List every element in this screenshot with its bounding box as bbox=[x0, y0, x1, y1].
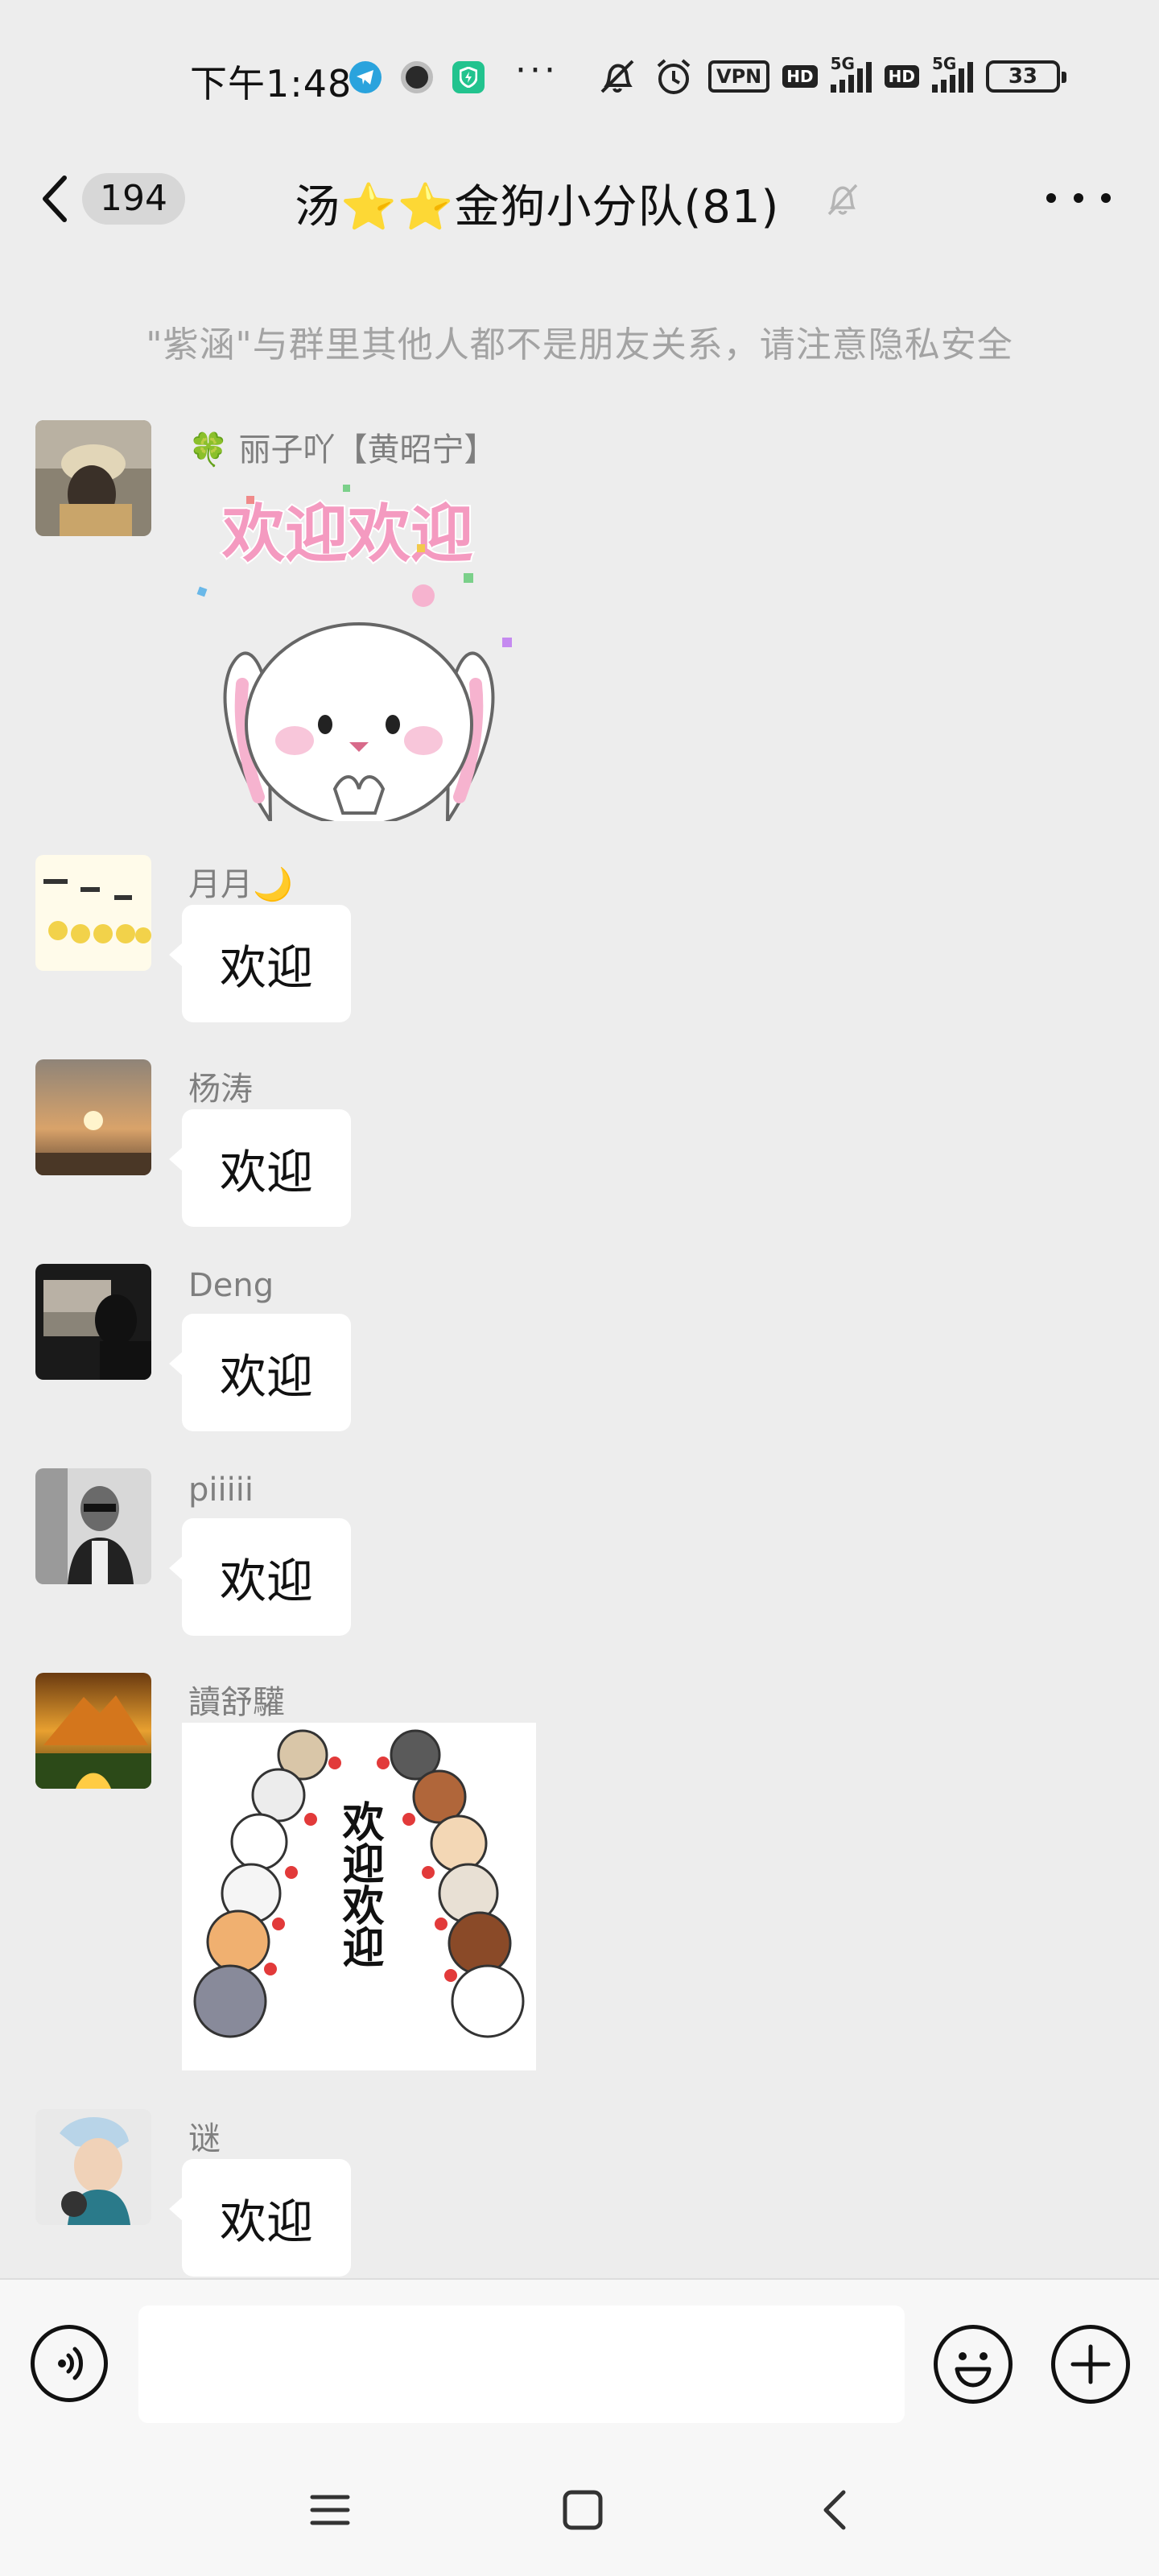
system-nav-bar bbox=[0, 2447, 1159, 2576]
plus-icon[interactable] bbox=[1051, 2325, 1130, 2404]
back-button[interactable]: 194 bbox=[37, 163, 185, 235]
mute-vibrate-icon bbox=[596, 55, 639, 98]
privacy-notice: "紫涵"与群里其他人都不是朋友关系，请注意隐私安全 bbox=[146, 324, 1013, 365]
message-bubble[interactable]: 欢迎 bbox=[169, 1314, 351, 1431]
back-arrow-icon bbox=[43, 175, 67, 222]
nav-back-icon[interactable] bbox=[813, 2487, 858, 2533]
sender-name: Deng bbox=[188, 1267, 274, 1304]
status-time: 下午1:48 bbox=[190, 62, 353, 105]
avatar[interactable] bbox=[35, 1059, 151, 1175]
voice-icon[interactable] bbox=[31, 2325, 108, 2402]
message-input[interactable] bbox=[138, 2306, 905, 2423]
shield-app-icon bbox=[452, 61, 485, 93]
chat-title: 汤⭐️⭐️金狗小分队(81) bbox=[295, 181, 780, 233]
signal-icon-2: 5G bbox=[931, 54, 973, 93]
signal-icon: 5G bbox=[830, 54, 872, 93]
status-bar: 下午1:48 ··· VPN HD 5G HD 5G 33 bbox=[0, 0, 1159, 145]
menu-icon[interactable] bbox=[307, 2487, 353, 2533]
hd-icon: HD bbox=[782, 55, 818, 98]
avatar[interactable] bbox=[35, 420, 151, 536]
avatar[interactable] bbox=[35, 1264, 151, 1380]
emoji-icon[interactable] bbox=[934, 2325, 1013, 2404]
message-bubble[interactable]: 欢迎 bbox=[169, 1518, 351, 1636]
status-indicators: VPN HD 5G HD 5G 33 bbox=[596, 48, 1066, 105]
sender-name: piiiii bbox=[188, 1472, 254, 1509]
input-bar bbox=[0, 2278, 1159, 2447]
vpn-icon: VPN bbox=[708, 55, 770, 98]
sticker-cats[interactable]: 欢迎欢迎 bbox=[182, 1723, 536, 2070]
hd-icon-2: HD bbox=[884, 55, 919, 98]
alarm-icon bbox=[652, 55, 695, 98]
avatar[interactable] bbox=[35, 1673, 151, 1789]
battery-icon: 33 bbox=[985, 60, 1066, 93]
sender-name: 🍀 丽子吖【黄昭宁】 bbox=[188, 431, 497, 469]
more-icon[interactable] bbox=[1046, 175, 1111, 221]
sticker-caption: 欢迎欢迎 bbox=[335, 1800, 385, 1967]
sticker-bunny[interactable]: 欢迎欢迎 bbox=[182, 467, 536, 827]
circle-app-icon bbox=[401, 61, 433, 93]
sender-name: 月月🌙 bbox=[188, 866, 293, 903]
sender-name: 杨涛 bbox=[188, 1071, 253, 1108]
telegram-icon bbox=[349, 61, 382, 93]
avatar[interactable] bbox=[35, 855, 151, 971]
status-more-icon: ··· bbox=[515, 50, 559, 91]
avatar[interactable] bbox=[35, 2109, 151, 2225]
message-bubble[interactable]: 欢迎 bbox=[169, 2159, 351, 2277]
mute-bell-icon bbox=[827, 184, 858, 216]
sender-name: 讀舒驩 bbox=[188, 1684, 285, 1721]
home-icon[interactable] bbox=[560, 2487, 605, 2533]
unread-count-badge: 194 bbox=[82, 173, 185, 225]
chat-header: 194 汤⭐️⭐️金狗小分队(81) bbox=[0, 145, 1159, 250]
message-bubble[interactable]: 欢迎 bbox=[169, 1109, 351, 1227]
sender-name: 谜 bbox=[188, 2120, 221, 2157]
avatar[interactable] bbox=[35, 1468, 151, 1584]
message-bubble[interactable]: 欢迎 bbox=[169, 905, 351, 1022]
sticker-caption: 欢迎欢迎 bbox=[221, 498, 473, 571]
